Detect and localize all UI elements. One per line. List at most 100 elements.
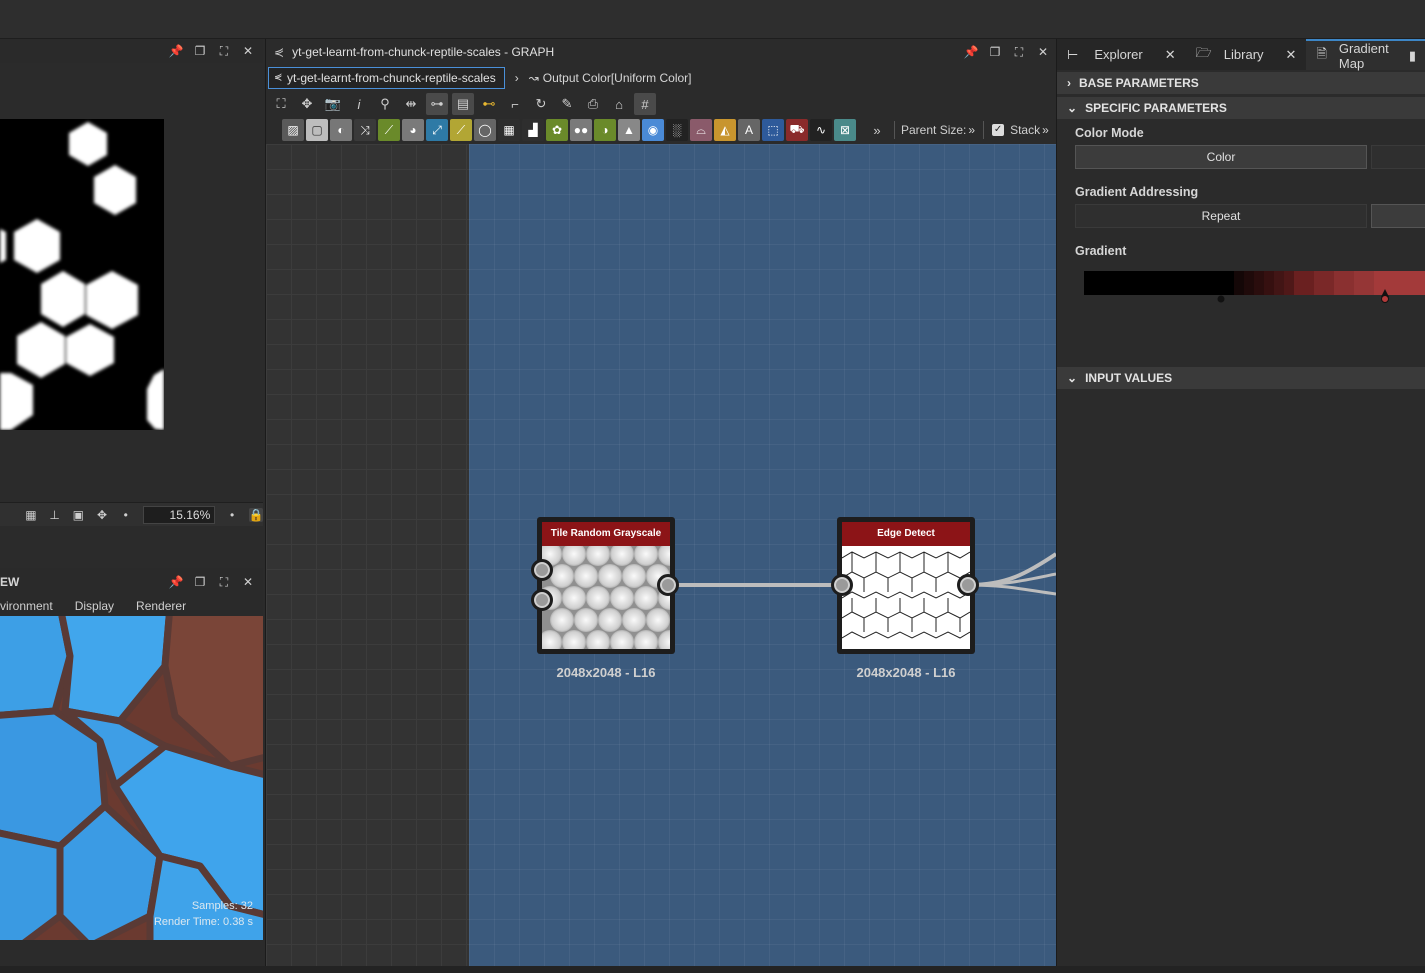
maximize-icon[interactable]: ⛶ (217, 44, 231, 58)
zoom-in-icon[interactable]: • (225, 508, 239, 522)
stack-label[interactable]: Stack (1010, 123, 1040, 137)
tiling-icon[interactable]: ⊥ (48, 508, 62, 522)
chevron-right-icon[interactable]: » (968, 123, 975, 137)
paint-icon[interactable]: ✿ (546, 119, 568, 141)
close-icon[interactable]: ✕ (241, 575, 255, 589)
normal-icon[interactable]: ⊠ (834, 119, 856, 141)
grid-icon[interactable]: ▦ (24, 508, 38, 522)
tile-icon[interactable]: ●● (570, 119, 592, 141)
camera-icon[interactable]: 📷 (322, 93, 344, 115)
align-icon[interactable]: ⇹ (400, 93, 422, 115)
frame-all-icon[interactable]: ⛶ (270, 93, 292, 115)
section-specific-parameters[interactable]: ⌄ SPECIFIC PARAMETERS (1057, 97, 1425, 119)
section-input-values[interactable]: ⌄ INPUT VALUES (1057, 367, 1425, 389)
mountain-icon[interactable]: ▲ (618, 119, 640, 141)
input-port[interactable] (531, 559, 553, 581)
graph-title: yt-get-learnt-from-chunck-reptile-scales… (292, 45, 555, 59)
pin-icon[interactable]: 📌 (169, 575, 184, 589)
fill-icon[interactable]: ⛟ (786, 119, 808, 141)
transform-icon[interactable]: ⤢ (426, 119, 448, 141)
float-icon[interactable]: ❐ (193, 44, 207, 58)
output-port[interactable] (957, 574, 979, 596)
gradient-addressing-clamp-button[interactable] (1371, 204, 1425, 228)
color-mode-grayscale-button[interactable] (1371, 145, 1425, 169)
preview-icon[interactable]: ▤ (452, 93, 474, 115)
gradient-stop[interactable] (1217, 295, 1225, 303)
close-icon[interactable]: ✕ (1286, 47, 1297, 63)
pin-icon[interactable]: 📌 (169, 44, 184, 58)
link-icon[interactable]: ⊷ (478, 93, 500, 115)
zoom-out-icon[interactable]: • (119, 508, 133, 522)
pattern-icon[interactable]: ▦ (498, 119, 520, 141)
blur-icon[interactable]: ◯ (474, 119, 496, 141)
node-tile-random-grayscale[interactable]: Tile Random Grayscale (537, 517, 675, 654)
gradient-addressing-label: Gradient Addressing (1075, 185, 1199, 199)
curve-icon[interactable]: ⟋ (378, 119, 400, 141)
tools-icon[interactable]: ✎ (556, 93, 578, 115)
gradient-addressing-repeat-button[interactable]: Repeat (1075, 204, 1367, 228)
layout-icon[interactable]: ⊶ (426, 93, 448, 115)
color-mode-color-button[interactable]: Color (1075, 145, 1367, 169)
section-base-parameters[interactable]: › BASE PARAMETERS (1057, 72, 1425, 94)
tab-gradient-map[interactable]: 🗎 Gradient Map ▮ (1306, 39, 1425, 71)
tab-explorer[interactable]: ⊢ Explorer ✕ (1057, 39, 1186, 70)
stack-checkbox[interactable]: ✓ (992, 124, 1005, 136)
more-icon[interactable]: » (866, 119, 888, 141)
warp-icon[interactable]: ⌓ (690, 119, 712, 141)
grid-snap-icon[interactable]: # (634, 93, 656, 115)
uniform-color-icon[interactable]: ▢ (306, 119, 328, 141)
parent-size-label[interactable]: Parent Size: (901, 123, 966, 137)
chevron-right-icon[interactable]: » (1042, 123, 1049, 137)
noise-icon[interactable]: ░ (666, 119, 688, 141)
float-icon[interactable]: ❐ (193, 575, 207, 589)
blend-icon[interactable]: ◐ (330, 119, 352, 141)
frame-selected-icon[interactable]: ✥ (296, 93, 318, 115)
mirror-icon[interactable]: ◭ (714, 119, 736, 141)
fit-icon[interactable]: ▣ (71, 508, 85, 522)
gradient-icon[interactable]: ⟋ (450, 119, 472, 141)
zoom-input[interactable]: 15.16% (142, 505, 216, 524)
info-icon[interactable]: i (348, 93, 370, 115)
view2d-toolbar: ▦ ⊥ ▣ ✥ • 15.16% • 🔒 (0, 502, 263, 526)
node-edge-detect[interactable]: Edge Detect (837, 517, 975, 654)
bitmap-node-icon[interactable]: ▨ (282, 119, 304, 141)
move-icon[interactable]: ✥ (95, 508, 109, 522)
clean-icon[interactable]: ⌂ (608, 93, 630, 115)
levels-icon[interactable]: ▟ (522, 119, 544, 141)
maximize-icon[interactable]: ⛶ (1012, 45, 1026, 59)
breadcrumb-graph[interactable]: ⋞ yt-get-learnt-from-chunck-reptile-scal… (268, 67, 505, 89)
close-icon[interactable]: ✕ (241, 44, 255, 58)
close-icon[interactable]: ✕ (1165, 47, 1176, 63)
filter-icon[interactable]: ◑ (594, 119, 616, 141)
text-icon[interactable]: A (738, 119, 760, 141)
connection-line[interactable] (968, 552, 1056, 587)
menu-environment[interactable]: vironment (0, 599, 53, 613)
tab-library[interactable]: 🗁 Library ✕ (1186, 39, 1307, 70)
output-port[interactable] (657, 574, 679, 596)
graph-canvas[interactable]: Tile Random Grayscale 2048x2048 - L16 Ed… (266, 144, 1056, 966)
search-icon[interactable]: ⚲ (374, 93, 396, 115)
export-icon[interactable]: ⎙ (582, 93, 604, 115)
connector-icon[interactable]: ⌐ (504, 93, 526, 115)
sphere-icon[interactable]: ◉ (642, 119, 664, 141)
crop-icon[interactable]: ⬚ (762, 119, 784, 141)
input-port[interactable] (831, 574, 853, 596)
gradient-stop[interactable] (1381, 295, 1389, 303)
view3d-viewport[interactable]: Samples: 32 Render Time: 0.38 s (0, 616, 263, 940)
breadcrumb-output[interactable]: ↝ Output Color[Uniform Color] (529, 71, 692, 85)
menu-display[interactable]: Display (75, 599, 114, 613)
menu-renderer[interactable]: Renderer (136, 599, 186, 613)
maximize-icon[interactable]: ⛶ (217, 575, 231, 589)
lock-icon[interactable]: 🔒 (249, 507, 263, 522)
node-title: Tile Random Grayscale (542, 522, 670, 546)
hsl-icon[interactable]: ◕ (402, 119, 424, 141)
float-icon[interactable]: ❐ (988, 45, 1002, 59)
connection-line[interactable] (968, 583, 1056, 596)
pin-icon[interactable]: 📌 (964, 45, 979, 59)
close-icon[interactable]: ✕ (1036, 45, 1050, 59)
wave-icon[interactable]: ∿ (810, 119, 832, 141)
shuffle-icon[interactable]: ⤨ (354, 119, 376, 141)
input-port[interactable] (531, 589, 553, 611)
refresh-icon[interactable]: ↻ (530, 93, 552, 115)
gradient-editor[interactable] (1084, 271, 1425, 303)
